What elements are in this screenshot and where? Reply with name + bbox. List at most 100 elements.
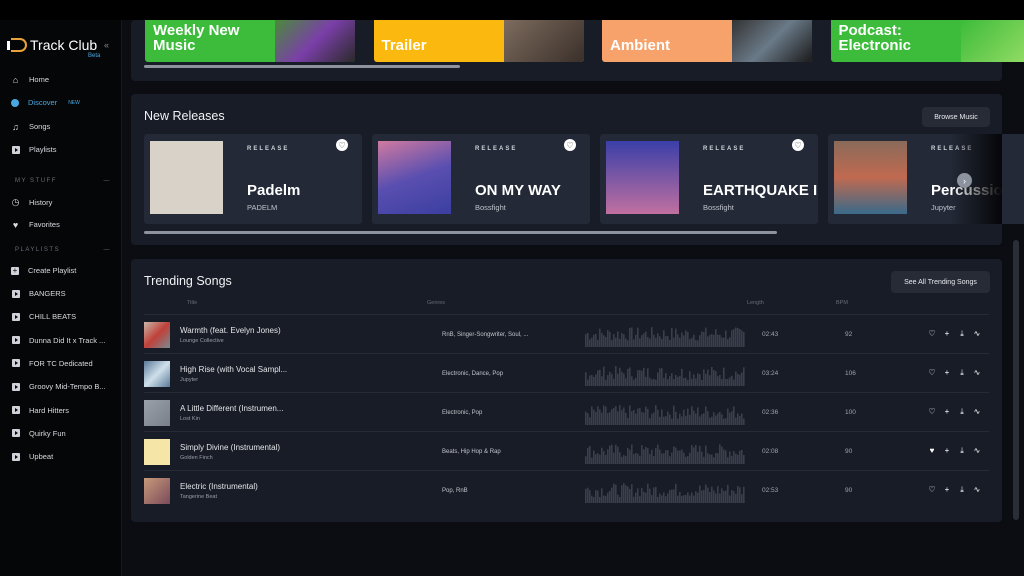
waveform-bar — [609, 412, 611, 425]
sidebar-playlist-item[interactable]: Groovy Mid-Tempo B... — [11, 382, 106, 391]
favorite-heart-icon[interactable]: ♡ — [928, 329, 936, 339]
collapse-section-icon[interactable]: — — [104, 178, 112, 184]
waveform-bar — [609, 490, 611, 503]
nav-favorites[interactable]: ♥ Favorites — [11, 220, 60, 230]
featured-scrollbar[interactable] — [144, 65, 460, 68]
add-icon[interactable]: + — [943, 407, 951, 417]
song-artist[interactable]: Lost Kin — [180, 416, 200, 422]
add-icon[interactable]: + — [943, 368, 951, 378]
waveform-bar — [627, 486, 629, 503]
waveform-bar — [675, 447, 677, 464]
add-icon[interactable]: + — [943, 485, 951, 495]
release-cover — [378, 141, 451, 214]
favorite-heart-icon[interactable]: ♡ — [928, 368, 936, 378]
nav-label: FOR TC Dedicated — [29, 358, 93, 368]
playlist-icon — [11, 406, 20, 414]
column-header-title[interactable]: Title — [187, 300, 197, 306]
table-row[interactable]: Warmth (feat. Evelyn Jones) Lounge Collec… — [144, 314, 989, 353]
song-title[interactable]: Warmth (feat. Evelyn Jones) — [180, 326, 281, 335]
table-row[interactable]: Electric (Instrumental) Tangerine Beat Pop… — [144, 470, 989, 509]
waveform-bar — [741, 494, 743, 503]
column-header-genres[interactable]: Genres — [427, 300, 445, 306]
nav-home[interactable]: ⌂ Home — [11, 75, 49, 85]
sidebar-playlist-item[interactable]: CHILL BEATS — [11, 312, 76, 321]
column-header-bpm[interactable]: BPM — [836, 300, 848, 306]
waveform-bar — [671, 452, 673, 464]
waveform-bar — [699, 416, 701, 425]
featured-banner[interactable]: Weekly New Music — [145, 20, 355, 62]
logo[interactable]: Track Club — [7, 37, 97, 53]
sidebar-playlist-item[interactable]: Upbeat — [11, 452, 53, 461]
table-row[interactable]: Simply Divine (Instrumental) Golden Finch… — [144, 431, 989, 470]
waveform-bar — [731, 490, 733, 503]
song-artist[interactable]: Golden Finch — [180, 455, 213, 461]
add-icon[interactable]: + — [943, 329, 951, 339]
song-title[interactable]: High Rise (with Vocal Sampl... — [180, 365, 287, 374]
waveform-bar — [603, 405, 605, 425]
song-title[interactable]: Electric (Instrumental) — [180, 482, 258, 491]
waveform-bar — [665, 373, 667, 386]
add-icon[interactable]: + — [943, 446, 951, 456]
my-stuff-header[interactable]: MY STUFF — — [15, 178, 111, 184]
release-card[interactable]: RELEASE EARTHQUAKE I... Bossfight ♡ — [600, 134, 818, 224]
waveform[interactable] — [585, 440, 753, 466]
favorite-heart-icon[interactable]: ♡ — [336, 139, 348, 151]
waveform[interactable] — [585, 323, 753, 349]
waveform-bar — [667, 411, 669, 425]
similar-waveform-icon[interactable]: ∿ — [973, 446, 981, 456]
create-playlist-button[interactable]: + Create Playlist — [11, 266, 76, 275]
release-card[interactable]: RELEASE Padelm PADELM ♡ — [144, 134, 362, 224]
sidebar-playlist-item[interactable]: FOR TC Dedicated — [11, 359, 93, 368]
featured-banner[interactable]: Podcast: Electronic — [830, 20, 1024, 62]
waveform[interactable] — [585, 479, 753, 505]
table-row[interactable]: High Rise (with Vocal Sampl... Jupyter Ele… — [144, 353, 989, 392]
download-icon[interactable]: ⤓ — [958, 329, 966, 339]
favorite-heart-icon[interactable]: ♡ — [928, 407, 936, 417]
waveform-bar — [631, 484, 633, 503]
nav-songs[interactable]: ♫ Songs — [11, 122, 50, 132]
favorite-heart-icon[interactable]: ♡ — [792, 139, 804, 151]
sidebar-playlist-item[interactable]: Hard Hitters — [11, 406, 69, 415]
download-icon[interactable]: ⤓ — [958, 368, 966, 378]
table-row[interactable]: A Little Different (Instrumen... Lost Kin… — [144, 392, 989, 431]
song-title[interactable]: A Little Different (Instrumen... — [180, 404, 283, 413]
browse-music-button[interactable]: Browse Music — [922, 107, 990, 127]
release-card[interactable]: RELEASE ON MY WAY Bossfight ♡ — [372, 134, 590, 224]
sidebar-playlist-item[interactable]: Quirky Fun — [11, 429, 66, 438]
featured-banner[interactable]: Ambient — [602, 20, 812, 62]
waveform-bar — [593, 334, 595, 347]
song-title[interactable]: Simply Divine (Instrumental) — [180, 443, 280, 452]
waveform-bar — [663, 330, 665, 347]
download-icon[interactable]: ⤓ — [958, 407, 966, 417]
similar-waveform-icon[interactable]: ∿ — [973, 485, 981, 495]
collapse-sidebar-button[interactable]: « — [104, 40, 109, 50]
download-icon[interactable]: ⤓ — [958, 485, 966, 495]
see-all-trending-button[interactable]: See All Trending Songs — [891, 271, 990, 293]
favorite-heart-icon[interactable]: ♡ — [564, 139, 576, 151]
nav-playlists[interactable]: Playlists — [11, 145, 57, 154]
waveform[interactable] — [585, 362, 753, 388]
sidebar-playlist-item[interactable]: Dunna Did It x Track ... — [11, 336, 105, 345]
playlists-header[interactable]: PLAYLISTS — — [15, 247, 111, 253]
similar-waveform-icon[interactable]: ∿ — [973, 329, 981, 339]
page-scrollbar-thumb[interactable] — [1013, 240, 1019, 520]
releases-scrollbar[interactable] — [144, 231, 777, 234]
download-icon[interactable]: ⤓ — [958, 446, 966, 456]
waveform[interactable] — [585, 401, 753, 427]
next-arrow-button[interactable]: › — [957, 173, 972, 188]
nav-discover[interactable]: Discover NEW — [11, 98, 80, 107]
similar-waveform-icon[interactable]: ∿ — [973, 368, 981, 378]
song-artist[interactable]: Lounge Collective — [180, 338, 224, 344]
column-header-length[interactable]: Length — [747, 300, 764, 306]
favorite-heart-icon[interactable]: ♡ — [928, 485, 936, 495]
collapse-section-icon[interactable]: — — [104, 247, 112, 253]
waveform-bar — [705, 373, 707, 386]
song-artist[interactable]: Tangerine Beat — [180, 494, 217, 500]
song-artist[interactable]: Jupyter — [180, 377, 198, 383]
similar-waveform-icon[interactable]: ∿ — [973, 407, 981, 417]
sidebar-playlist-item[interactable]: BANGERS — [11, 289, 66, 298]
nav-history[interactable]: ◷ History — [11, 197, 53, 207]
waveform-bar — [619, 405, 621, 425]
featured-banner[interactable]: Trailer — [373, 20, 584, 62]
favorite-heart-icon[interactable]: ♥ — [928, 446, 936, 456]
